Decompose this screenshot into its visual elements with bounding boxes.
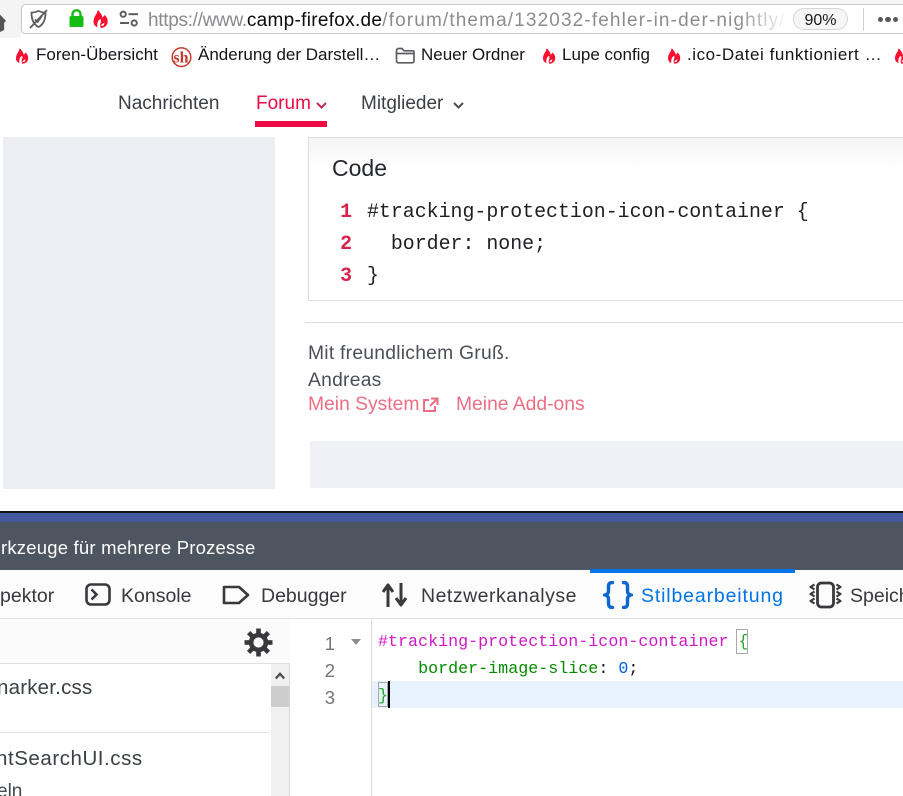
svg-text:sh: sh (173, 50, 188, 67)
